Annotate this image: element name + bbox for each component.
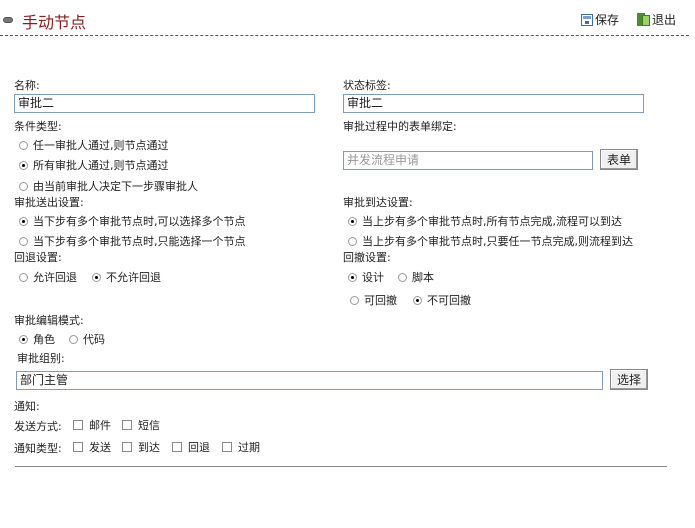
send-method-label: 发送方式:: [14, 420, 62, 433]
revoke-option-can[interactable]: 可回撤: [350, 292, 397, 308]
approval-group-input[interactable]: 部门主管: [16, 371, 603, 390]
status-tag-input[interactable]: 审批二: [343, 94, 644, 113]
save-label: 保存: [595, 13, 620, 27]
send-method-sms-checkbox[interactable]: [122, 420, 132, 430]
condition-option-all-label: 所有审批人通过,则节点通过: [33, 159, 169, 172]
condition-option-all-radio[interactable]: [19, 160, 28, 170]
revoke-option-script-radio[interactable]: [398, 272, 407, 282]
send-method-email-checkbox[interactable]: [73, 420, 83, 430]
send-option-multiple-radio[interactable]: [19, 216, 28, 226]
notify-type-rollback-checkbox[interactable]: [172, 442, 182, 452]
revoke-option-cannot-label: 不可回撤: [427, 294, 471, 307]
arrival-option-any-radio[interactable]: [348, 236, 357, 246]
condition-option-all[interactable]: 所有审批人通过,则节点通过: [19, 157, 169, 173]
edit-mode-option-role-label: 角色: [33, 333, 55, 346]
form-binding-label: 审批过程中的表单绑定:: [343, 120, 457, 133]
condition-type-label: 条件类型:: [14, 120, 62, 133]
notify-label: 通知:: [14, 400, 40, 413]
edit-mode-option-code-radio[interactable]: [69, 334, 78, 344]
exit-label: 退出: [652, 13, 677, 27]
notify-type-expire[interactable]: 过期: [222, 439, 260, 455]
form-select-button[interactable]: 表单: [600, 149, 638, 170]
rollback-option-deny-label: 不允许回退: [106, 271, 161, 284]
form-binding-input[interactable]: 并发流程申请: [343, 151, 593, 170]
arrival-option-all-radio[interactable]: [348, 216, 357, 226]
exit-button[interactable]: 退出: [637, 11, 676, 28]
rollback-option-deny[interactable]: 不允许回退: [92, 269, 161, 285]
notify-type-rollback[interactable]: 回退: [172, 439, 210, 455]
send-option-multiple-label: 当下步有多个审批节点时,可以选择多个节点: [33, 215, 246, 228]
edit-mode-option-role-radio[interactable]: [19, 334, 28, 344]
rollback-option-allow[interactable]: 允许回退: [19, 269, 77, 285]
revoke-option-design-label: 设计: [362, 271, 384, 284]
approval-group-label: 审批组别:: [17, 352, 65, 365]
edit-mode-option-code[interactable]: 代码: [69, 331, 105, 347]
page-title: 手动节点: [22, 13, 87, 32]
footer-divider: [15, 466, 667, 467]
condition-option-current-label: 由当前审批人决定下一步骤审批人: [33, 180, 198, 193]
arrival-option-any-label: 当上步有多个审批节点时,只要任一节点完成,则流程到达: [362, 235, 633, 248]
revoke-option-cannot[interactable]: 不可回撤: [413, 292, 471, 308]
edit-mode-option-code-label: 代码: [83, 333, 105, 346]
condition-option-any-label: 任一审批人通过,则节点通过: [33, 139, 169, 152]
notify-type-expire-checkbox[interactable]: [222, 442, 232, 452]
notify-type-label: 通知类型:: [14, 442, 62, 455]
status-tag-label: 状态标签:: [343, 79, 391, 92]
arrival-option-any[interactable]: 当上步有多个审批节点时,只要任一节点完成,则流程到达: [348, 233, 633, 249]
rollback-option-allow-radio[interactable]: [19, 272, 28, 282]
arrival-setting-label: 审批到达设置:: [343, 196, 413, 209]
notify-type-arrive[interactable]: 到达: [122, 439, 160, 455]
rollback-setting-label: 回退设置:: [14, 251, 62, 264]
revoke-option-script[interactable]: 脚本: [398, 269, 434, 285]
notify-type-send[interactable]: 发送: [73, 439, 111, 455]
send-method-sms-label: 短信: [138, 419, 160, 432]
condition-option-any-radio[interactable]: [19, 140, 28, 150]
revoke-option-can-label: 可回撤: [364, 294, 397, 307]
edit-mode-label: 审批编辑模式:: [14, 314, 84, 327]
send-option-single-label: 当下步有多个审批节点时,只能选择一个节点: [33, 235, 246, 248]
notify-type-send-checkbox[interactable]: [73, 442, 83, 452]
send-method-email[interactable]: 邮件: [73, 417, 111, 433]
revoke-option-can-radio[interactable]: [350, 295, 359, 305]
arrival-option-all[interactable]: 当上步有多个审批节点时,所有节点完成,流程可以到达: [348, 213, 622, 229]
revoke-option-script-label: 脚本: [412, 271, 434, 284]
header-divider: [0, 35, 689, 36]
send-option-single-radio[interactable]: [19, 236, 28, 246]
notify-type-arrive-checkbox[interactable]: [122, 442, 132, 452]
notify-type-rollback-label: 回退: [188, 441, 210, 454]
send-setting-label: 审批送出设置:: [14, 196, 84, 209]
title-bullet-icon: [3, 17, 13, 23]
condition-option-any[interactable]: 任一审批人通过,则节点通过: [19, 137, 169, 153]
notify-type-expire-label: 过期: [238, 441, 260, 454]
edit-mode-option-role[interactable]: 角色: [19, 331, 55, 347]
send-method-email-label: 邮件: [89, 419, 111, 432]
notify-type-arrive-label: 到达: [138, 441, 160, 454]
name-input[interactable]: 审批二: [14, 94, 315, 113]
arrival-option-all-label: 当上步有多个审批节点时,所有节点完成,流程可以到达: [362, 215, 622, 228]
send-option-multiple[interactable]: 当下步有多个审批节点时,可以选择多个节点: [19, 213, 246, 229]
revoke-option-design-radio[interactable]: [348, 272, 357, 282]
rollback-option-allow-label: 允许回退: [33, 271, 77, 284]
condition-option-current[interactable]: 由当前审批人决定下一步骤审批人: [19, 178, 198, 194]
exit-icon: [637, 13, 650, 26]
notify-type-send-label: 发送: [89, 441, 111, 454]
send-option-single[interactable]: 当下步有多个审批节点时,只能选择一个节点: [19, 233, 246, 249]
condition-option-current-radio[interactable]: [19, 181, 28, 191]
send-method-sms[interactable]: 短信: [122, 417, 160, 433]
revoke-setting-label: 回撤设置:: [343, 251, 391, 264]
rollback-option-deny-radio[interactable]: [92, 272, 101, 282]
name-label: 名称:: [14, 79, 40, 92]
revoke-option-cannot-radio[interactable]: [413, 295, 422, 305]
revoke-option-design[interactable]: 设计: [348, 269, 384, 285]
save-icon: [581, 13, 593, 26]
save-button[interactable]: 保存: [581, 11, 619, 28]
approval-group-select-button[interactable]: 选择: [610, 369, 648, 390]
